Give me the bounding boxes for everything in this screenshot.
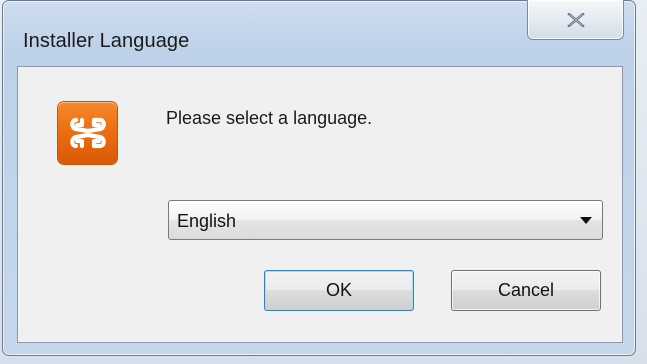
close-button[interactable]: [527, 0, 624, 40]
language-select[interactable]: English: [168, 200, 603, 240]
xampp-logo-icon: [58, 102, 117, 164]
cancel-button[interactable]: Cancel: [451, 270, 601, 311]
close-icon: [566, 12, 585, 27]
installer-language-dialog: Installer Language Please select a langu…: [2, 0, 636, 356]
chevron-down-icon[interactable]: [580, 217, 592, 224]
language-prompt: Please select a language.: [166, 108, 373, 128]
ok-button[interactable]: OK: [264, 270, 414, 311]
title-bar[interactable]: Installer Language: [3, 0, 635, 65]
window-title: Installer Language: [23, 30, 190, 52]
dialog-content: Please select a language. English OK Can…: [17, 66, 623, 343]
language-select-value: English: [177, 211, 237, 231]
